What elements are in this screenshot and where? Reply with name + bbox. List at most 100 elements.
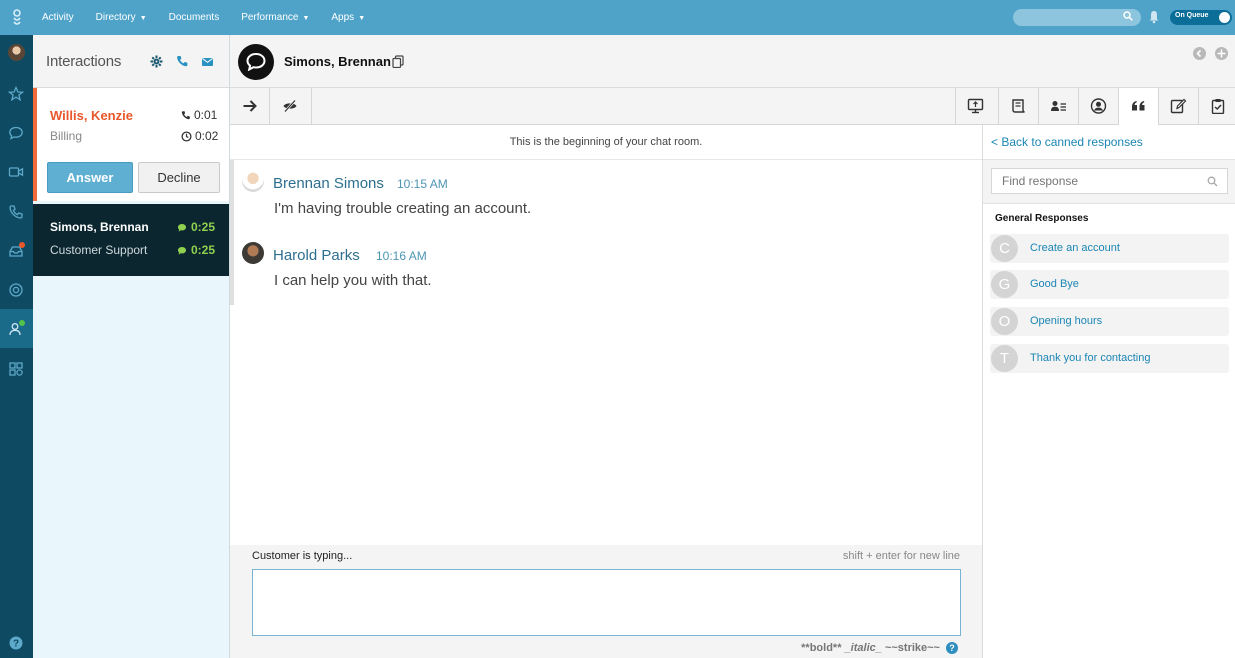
left-icon-rail: ? [0, 35, 33, 658]
video-icon[interactable] [8, 164, 24, 180]
nav-directory-label: Directory [95, 12, 136, 23]
find-response-input[interactable] [991, 168, 1228, 194]
notification-bell-icon[interactable] [1148, 10, 1160, 24]
nav-apps-label: Apps [331, 12, 355, 23]
screen-share-button[interactable] [955, 88, 995, 124]
nav-performance[interactable]: Performance ▼ [241, 12, 309, 23]
contact-profile-button[interactable] [1078, 88, 1118, 124]
star-icon[interactable] [8, 86, 24, 102]
settings-gear-icon[interactable] [150, 55, 163, 68]
email-icon[interactable] [201, 55, 214, 68]
alerting-call-time: 0:01 [194, 108, 218, 122]
avatar [242, 242, 264, 264]
on-queue-toggle[interactable]: On Queue [1170, 10, 1232, 25]
nav-apps[interactable]: Apps ▼ [331, 12, 365, 23]
nav-performance-label: Performance [241, 12, 299, 23]
canned-response-item[interactable]: G Good Bye [990, 270, 1229, 299]
notes-button[interactable] [1158, 88, 1198, 124]
canned-response-item[interactable]: O Opening hours [990, 307, 1229, 336]
quote-icon [1132, 101, 1145, 111]
active-queue-name: Customer Support [50, 243, 148, 257]
nav-activity[interactable]: Activity [42, 12, 74, 23]
nav-documents[interactable]: Documents [169, 12, 220, 23]
clock-icon [181, 131, 192, 142]
message-list: Brennan Simons 10:15 AM I'm having troub… [230, 160, 982, 305]
collapse-left-icon[interactable] [1193, 47, 1206, 60]
chevron-down-icon: ▼ [302, 15, 310, 22]
presence-dot [19, 320, 25, 326]
composer-area: Customer is typing... shift + enter for … [230, 545, 982, 658]
decline-button[interactable]: Decline [138, 162, 220, 193]
format-italic-hint: _italic_ [844, 642, 882, 654]
avatar [242, 170, 264, 192]
lifebuoy-icon[interactable] [8, 282, 24, 298]
conversation-area: Simons, Brennan This is the beginning of… [230, 35, 1235, 658]
formatting-help-icon[interactable]: ? [946, 642, 958, 654]
contact-card-icon [1051, 101, 1066, 111]
wrap-up-button[interactable] [1198, 88, 1235, 124]
expand-arrows-icon[interactable] [1215, 47, 1228, 60]
canned-responses-panel: < Back to canned responses General Respo… [982, 125, 1235, 658]
chat-bubble-icon [178, 247, 186, 255]
response-group-title: General Responses [995, 213, 1089, 224]
phone-icon[interactable] [176, 55, 189, 68]
eye-slash-icon [283, 99, 297, 113]
message-timestamp: 10:15 AM [397, 177, 448, 191]
message-sender: Harold Parks [273, 247, 360, 264]
svg-text:?: ? [13, 639, 19, 650]
on-queue-label: On Queue [1175, 12, 1209, 19]
transfer-button[interactable] [230, 88, 270, 124]
global-search-input[interactable] [1013, 9, 1141, 26]
toggle-knob [1219, 12, 1230, 23]
canned-search-bar [983, 159, 1235, 204]
response-label: Opening hours [1030, 315, 1103, 327]
response-letter-badge: O [991, 308, 1018, 335]
canned-response-item[interactable]: C Create an account [990, 234, 1229, 263]
typing-indicator: Customer is typing... [252, 550, 353, 562]
message-input[interactable] [252, 569, 961, 636]
nav-documents-label: Documents [168, 12, 220, 23]
chat-bubble-icon [246, 53, 266, 71]
format-bold-hint: **bold** [801, 642, 842, 654]
response-label: Create an account [1030, 242, 1120, 254]
chat-icon[interactable] [8, 125, 24, 141]
participant-data-button[interactable] [1038, 88, 1078, 124]
message-text: I'm having trouble creating an account. [274, 200, 532, 217]
nav-activity-label: Activity [42, 12, 74, 23]
alerting-call-timer: 0:01 [181, 108, 217, 122]
phone-icon[interactable] [8, 204, 24, 220]
active-time-2: 0:25 [191, 243, 216, 257]
app-logo-icon[interactable] [8, 8, 26, 28]
alerting-interaction-card[interactable]: Willis, Kenzie Billing 0:01 0:02 Answer … [33, 88, 229, 201]
interactions-title: Interactions [46, 53, 122, 70]
active-interaction-card[interactable]: Simons, Brennan Customer Support 0:25 0:… [33, 204, 229, 276]
arrow-right-icon [243, 100, 257, 112]
top-navigation-bar: Activity Directory ▼ Documents Performanc… [0, 0, 1235, 35]
script-button[interactable] [998, 88, 1038, 124]
back-to-canned-responses-link[interactable]: < Back to canned responses [991, 135, 1143, 149]
conversation-header: Simons, Brennan [230, 35, 1235, 88]
alerting-wait-time: 0:02 [195, 129, 219, 143]
main-nav: Activity Directory ▼ Documents Performanc… [42, 0, 365, 35]
response-letter-badge: T [991, 345, 1018, 372]
conversation-contact-name: Simons, Brennan [284, 54, 391, 69]
canned-responses-button[interactable] [1118, 88, 1158, 125]
answer-button[interactable]: Answer [47, 162, 133, 193]
edit-note-icon [1170, 98, 1187, 114]
message-sender: Brennan Simons [273, 175, 384, 192]
chevron-down-icon: ▼ [139, 15, 147, 22]
apps-icon[interactable] [8, 361, 24, 377]
message-text: I can help you with that. [274, 272, 432, 289]
user-circle-icon [1090, 98, 1107, 114]
nav-directory[interactable]: Directory ▼ [96, 12, 147, 23]
help-icon[interactable]: ? [8, 635, 24, 651]
chat-beginning-notice: This is the beginning of your chat room. [230, 125, 982, 160]
hide-button[interactable] [270, 88, 312, 124]
active-chat-timer: 0:25 [177, 220, 215, 234]
user-avatar[interactable] [8, 44, 25, 61]
copy-icon[interactable] [392, 55, 404, 68]
chat-bubble-icon [178, 224, 186, 232]
phone-icon [181, 111, 190, 120]
search-icon [1123, 11, 1133, 21]
canned-response-item[interactable]: T Thank you for contacting [990, 344, 1229, 373]
